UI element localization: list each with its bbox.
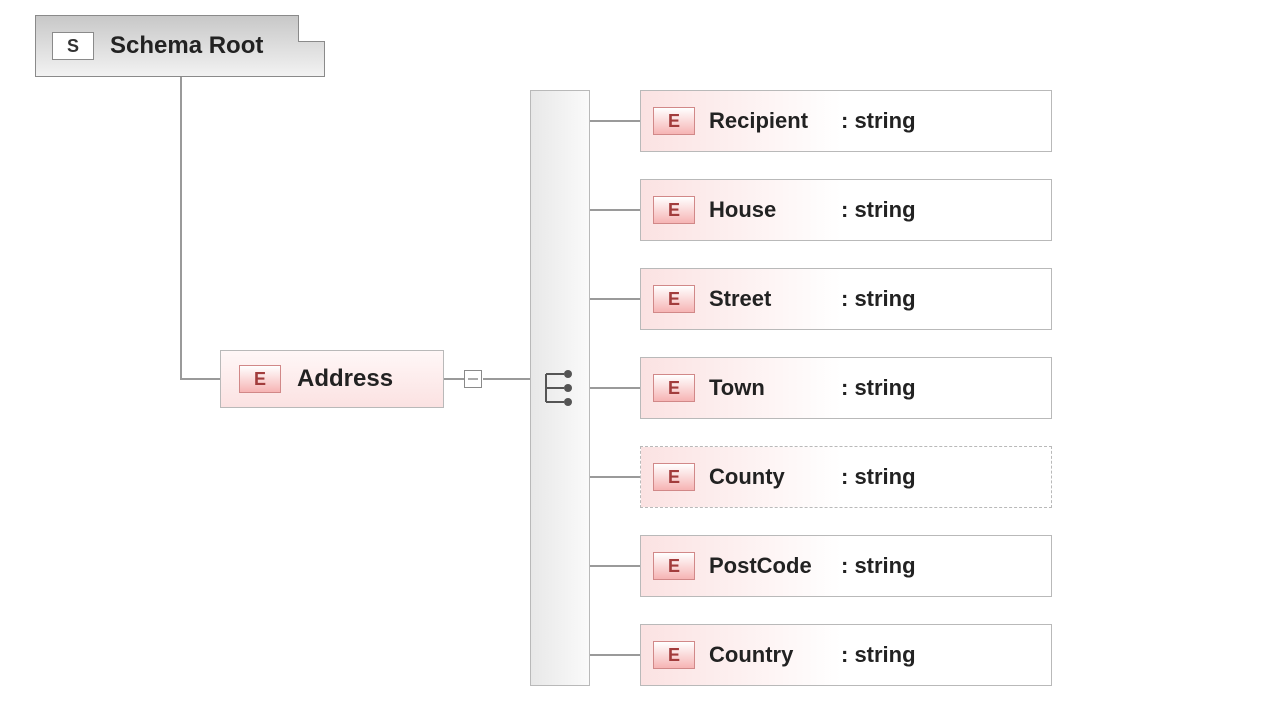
sequence-bar: [530, 90, 590, 686]
schema-root-node[interactable]: S Schema Root: [35, 15, 325, 77]
child-pink-zone: E Street: [641, 269, 841, 329]
child-type: : string: [841, 108, 916, 134]
connector-child: [590, 120, 640, 122]
child-element-node[interactable]: E House : string: [640, 179, 1052, 241]
schema-badge: S: [52, 32, 94, 60]
child-name: PostCode: [709, 553, 829, 579]
collapse-toggle-address[interactable]: [464, 370, 482, 388]
child-name: Street: [709, 286, 829, 312]
child-type: : string: [841, 197, 916, 223]
child-type: : string: [841, 375, 916, 401]
connector-to-seqbar: [483, 378, 530, 380]
child-pink-zone: E Town: [641, 358, 841, 418]
connector-child: [590, 298, 640, 300]
child-type: : string: [841, 642, 916, 668]
connector-root-v: [180, 77, 182, 379]
element-badge: E: [653, 107, 695, 135]
schema-diagram-canvas: S Schema Root E Address E Recipient : stri…: [0, 0, 1280, 718]
child-type: : string: [841, 464, 916, 490]
child-pink-zone: E House: [641, 180, 841, 240]
child-element-node[interactable]: E Street : string: [640, 268, 1052, 330]
address-label: Address: [297, 365, 393, 393]
connector-child: [590, 209, 640, 211]
element-badge: E: [653, 285, 695, 313]
address-element-node[interactable]: E Address: [220, 350, 444, 408]
child-name: Town: [709, 375, 829, 401]
child-element-node[interactable]: E Town : string: [640, 357, 1052, 419]
element-badge: E: [653, 463, 695, 491]
child-element-node[interactable]: E Recipient : string: [640, 90, 1052, 152]
connector-child: [590, 387, 640, 389]
child-pink-zone: E Country: [641, 625, 841, 685]
element-badge: E: [653, 641, 695, 669]
connector-child: [590, 565, 640, 567]
child-type: : string: [841, 286, 916, 312]
element-badge: E: [653, 552, 695, 580]
connector-child: [590, 476, 640, 478]
child-pink-zone: E County: [641, 447, 841, 507]
connector-child: [590, 654, 640, 656]
child-pink-zone: E Recipient: [641, 91, 841, 151]
child-name: Country: [709, 642, 829, 668]
element-badge: E: [653, 196, 695, 224]
element-badge: E: [653, 374, 695, 402]
sequence-icon: [542, 368, 578, 408]
child-element-node[interactable]: E PostCode : string: [640, 535, 1052, 597]
schema-root-label: Schema Root: [110, 32, 263, 60]
child-name: County: [709, 464, 829, 490]
child-element-node[interactable]: E Country : string: [640, 624, 1052, 686]
element-badge: E: [239, 365, 281, 393]
child-pink-zone: E PostCode: [641, 536, 841, 596]
folded-corner-icon: [298, 15, 325, 42]
child-name: Recipient: [709, 108, 829, 134]
child-name: House: [709, 197, 829, 223]
connector-address-out: [444, 378, 464, 380]
child-element-node[interactable]: E County : string: [640, 446, 1052, 508]
child-type: : string: [841, 553, 916, 579]
connector-root-h: [180, 378, 220, 380]
